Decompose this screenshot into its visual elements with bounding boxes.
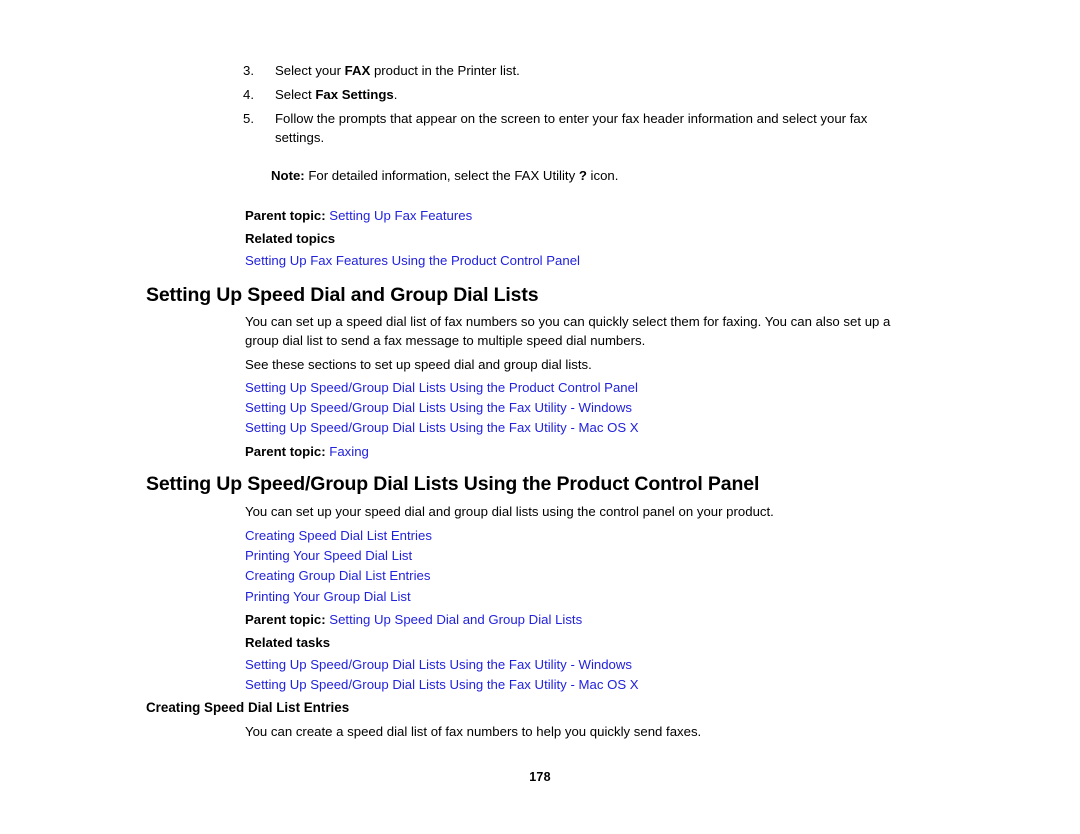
parent-topic-link[interactable]: Setting Up Speed Dial and Group Dial Lis… [329, 612, 582, 627]
related-topics-link-list: Setting Up Fax Features Using the Produc… [245, 251, 580, 271]
step-text-strong: FAX [344, 63, 371, 78]
step-text: Follow the prompts that appear on the sc… [275, 111, 868, 145]
parent-topic-link[interactable]: Setting Up Fax Features [329, 208, 472, 223]
numbered-step-list: 3. Select your FAX product in the Printe… [243, 62, 915, 153]
control-panel-link[interactable]: Creating Group Dial List Entries [245, 566, 432, 586]
note-block: Note: For detailed information, select t… [271, 167, 921, 186]
step-text: Select your FAX product in the Printer l… [275, 62, 915, 81]
speed-dial-link[interactable]: Setting Up Speed/Group Dial Lists Using … [245, 398, 639, 418]
related-task-link[interactable]: Setting Up Speed/Group Dial Lists Using … [245, 655, 639, 675]
list-item: 3. Select your FAX product in the Printe… [243, 62, 915, 81]
step-text-post: . [393, 87, 398, 102]
list-item: 5. Follow the prompts that appear on the… [243, 110, 915, 147]
parent-topic-row-faxing: Parent topic: Faxing [245, 443, 369, 461]
step-text-pre: Select [275, 87, 316, 102]
related-tasks-link-list: Setting Up Speed/Group Dial Lists Using … [245, 655, 639, 695]
parent-topic-row-speed-dial: Parent topic: Setting Up Speed Dial and … [245, 611, 582, 629]
parent-topic-label: Parent topic: [245, 612, 326, 627]
step-number: 5. [243, 111, 254, 126]
related-topics-label: Related topics [245, 231, 336, 246]
page-title-speed-dial: Setting Up Speed Dial and Group Dial Lis… [146, 284, 539, 306]
step-text: Select Fax Settings. [275, 86, 915, 105]
page-title-control-panel: Setting Up Speed/Group Dial Lists Using … [146, 473, 760, 495]
related-tasks-label: Related tasks [245, 635, 331, 650]
speed-dial-intro-paragraph: You can set up a speed dial list of fax … [245, 314, 891, 348]
control-panel-link[interactable]: Printing Your Speed Dial List [245, 546, 432, 566]
control-panel-link[interactable]: Creating Speed Dial List Entries [245, 526, 432, 546]
speed-dial-link-list: Setting Up Speed/Group Dial Lists Using … [245, 378, 639, 439]
document-page: 3. Select your FAX product in the Printe… [0, 0, 1080, 834]
note-label: Note: [271, 168, 305, 183]
parent-topic-link[interactable]: Faxing [329, 444, 369, 459]
note-text-before: For detailed information, select the FAX… [304, 168, 579, 183]
speed-dial-see-paragraph: See these sections to set up speed dial … [245, 357, 592, 372]
step-text-strong: Fax Settings [315, 87, 394, 102]
control-panel-link[interactable]: Printing Your Group Dial List [245, 587, 432, 607]
list-item: 4. Select Fax Settings. [243, 86, 915, 105]
speed-dial-link[interactable]: Setting Up Speed/Group Dial Lists Using … [245, 378, 639, 398]
creating-speed-dial-intro-paragraph: You can create a speed dial list of fax … [245, 724, 702, 739]
help-question-icon: ? [578, 168, 587, 183]
related-task-link[interactable]: Setting Up Speed/Group Dial Lists Using … [245, 675, 639, 695]
step-number: 3. [243, 63, 254, 78]
related-topic-link[interactable]: Setting Up Fax Features Using the Produc… [245, 251, 580, 271]
parent-topic-label: Parent topic: [245, 444, 326, 459]
speed-dial-link[interactable]: Setting Up Speed/Group Dial Lists Using … [245, 418, 639, 438]
step-text-pre: Select your [275, 63, 345, 78]
note-text-after: icon. [586, 168, 619, 183]
parent-topic-label: Parent topic: [245, 208, 326, 223]
page-number: 178 [529, 770, 551, 784]
step-number: 4. [243, 87, 254, 102]
step-text-post: product in the Printer list. [370, 63, 520, 78]
subheading-creating-speed-dial: Creating Speed Dial List Entries [146, 700, 350, 715]
parent-topic-row-fax-features: Parent topic: Setting Up Fax Features [245, 207, 472, 225]
control-panel-link-list: Creating Speed Dial List Entries Printin… [245, 526, 432, 607]
control-panel-intro-paragraph: You can set up your speed dial and group… [245, 504, 774, 519]
